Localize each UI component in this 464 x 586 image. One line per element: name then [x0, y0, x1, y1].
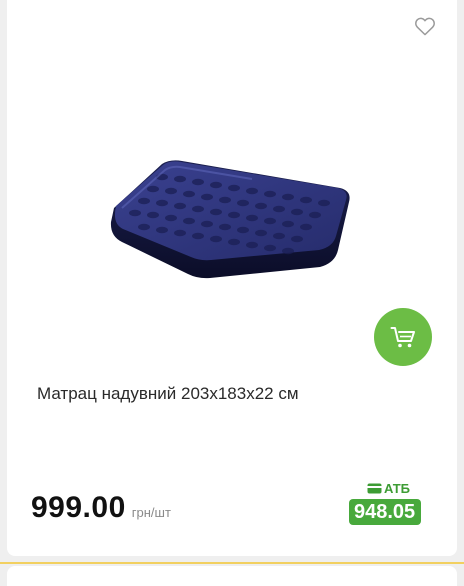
shopping-cart-icon: [390, 327, 415, 348]
product-title[interactable]: Матрац надувний 203x183x22 см: [37, 383, 417, 405]
separator: [0, 562, 464, 564]
price-value: 999.00: [31, 491, 126, 524]
price-block: 999.00 грн/шт: [31, 491, 171, 525]
favorite-button[interactable]: [411, 12, 439, 40]
card-icon: [367, 483, 382, 494]
atb-card-text: АТБ: [384, 481, 411, 496]
next-product-card[interactable]: [7, 566, 457, 586]
atb-card-price: 948.05: [349, 499, 422, 525]
price-unit: грн/шт: [131, 505, 171, 520]
mattress-illustration: [110, 160, 350, 279]
add-to-cart-button[interactable]: [374, 308, 432, 366]
heart-outline-icon: [415, 17, 435, 36]
product-card[interactable]: Матрац надувний 203x183x22 см 999.00 грн…: [7, 0, 457, 556]
atb-card-label: АТБ: [367, 481, 410, 496]
product-image[interactable]: [102, 150, 357, 290]
